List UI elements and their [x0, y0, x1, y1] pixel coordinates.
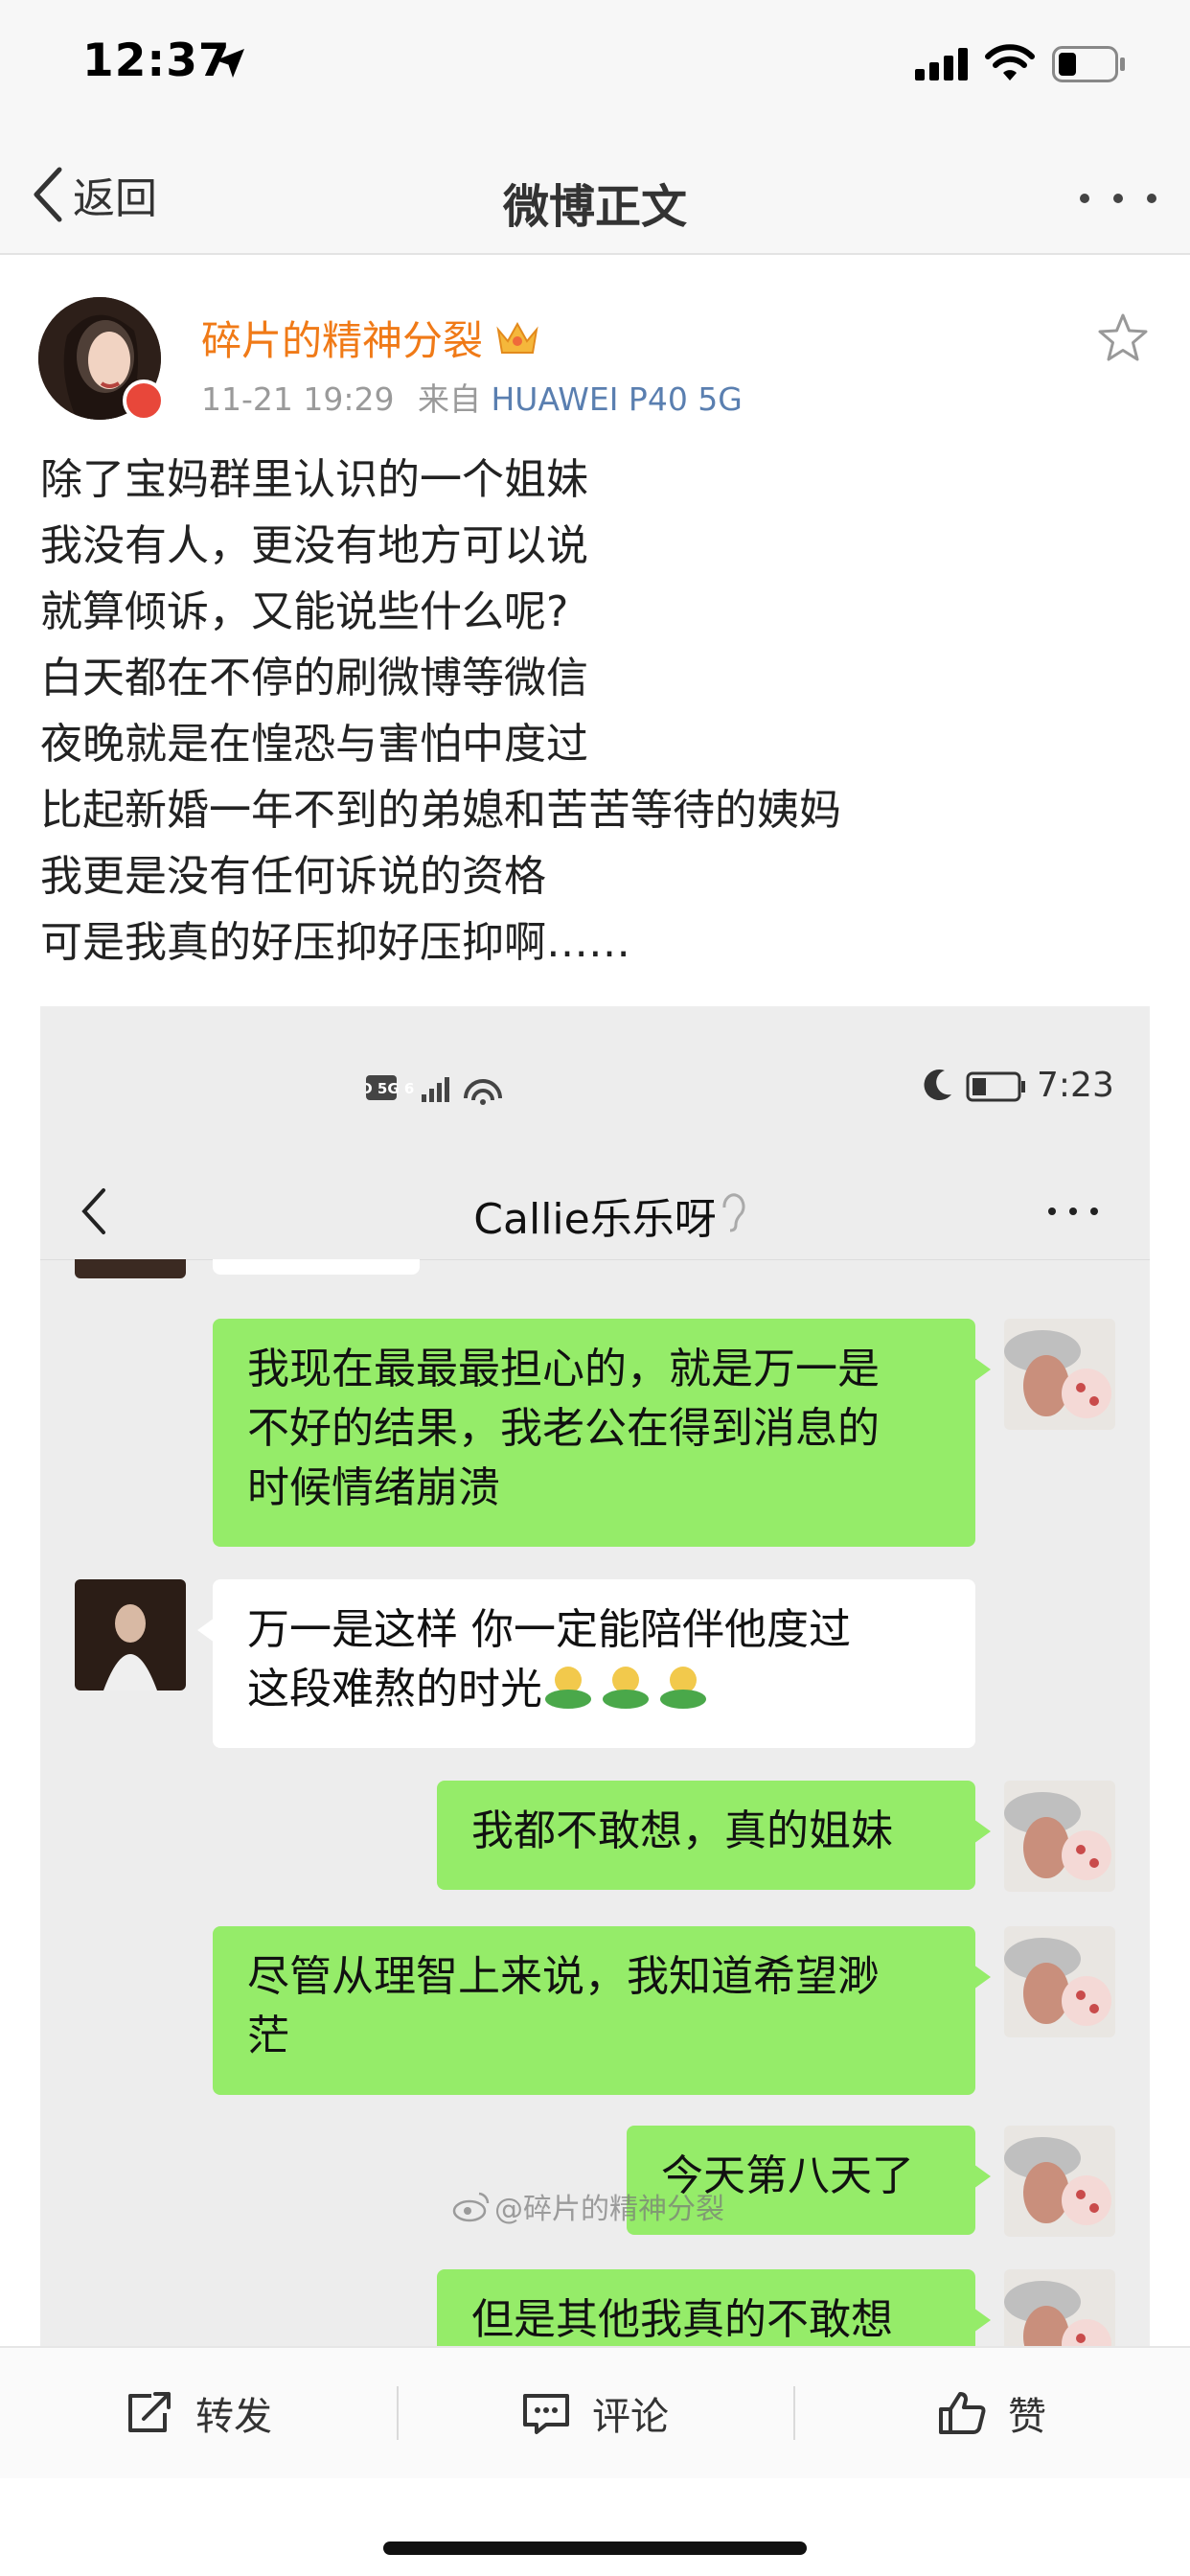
bubble-line: 不好的结果，我老公在得到消息的: [247, 1404, 880, 1453]
home-indicator: [383, 2542, 807, 2555]
weibo-logo-icon: [452, 2192, 490, 2222]
repost-label: 转发: [195, 2395, 272, 2439]
post-image[interactable]: HD 5G 6 7:23 Callie乐乐呀 我现在最最最担心的，就是万一是 不…: [40, 1006, 1150, 2348]
status-time: 12:37: [82, 34, 231, 87]
bubble-line: 尽管从理智上来说，我知道希望渺: [247, 1952, 880, 2001]
moon-icon: [924, 1070, 951, 1101]
image-status-bar: HD 5G 6 7:23: [40, 1006, 1150, 1131]
post-meta: 11-21 19:29 来自 HUAWEI P40 5G: [201, 374, 743, 420]
bubble-line: 我现在最最最担心的，就是万一是: [247, 1345, 880, 1393]
status-bar: 12:37: [0, 0, 1190, 134]
repost-button[interactable]: 转发: [0, 2348, 397, 2478]
image-status-time: 7:23: [1037, 1066, 1114, 1105]
signal-icon: [915, 48, 968, 80]
source-prefix: 来自: [417, 380, 481, 418]
verified-badge: [123, 380, 165, 422]
page-title: 微博正文: [502, 180, 687, 234]
comment-icon: [523, 2394, 569, 2434]
comment-button[interactable]: 评论: [397, 2348, 793, 2478]
like-button[interactable]: 赞: [793, 2348, 1190, 2478]
chat-bubble-me: 我都不敢想，真的姐妹: [437, 1781, 991, 1890]
author-name-text: 碎片的精神分裂: [201, 317, 484, 364]
my-avatar: [1004, 1926, 1115, 2037]
bubble-line: 但是其他我真的不敢想: [471, 2295, 893, 2344]
source-device[interactable]: HUAWEI P40 5G: [491, 380, 742, 418]
more-icon[interactable]: [1077, 184, 1159, 213]
chat-title: Callie乐乐呀: [473, 1195, 717, 1244]
star-icon[interactable]: [1097, 312, 1149, 362]
chat-more-icon: [1048, 1208, 1098, 1215]
post-line: 夜晚就是在惶恐与害怕中度过: [40, 720, 588, 769]
partial-bubble: [213, 1259, 420, 1275]
post-line: 白天都在不停的刷微博等微信: [40, 654, 588, 702]
post-line: 我没有人，更没有地方可以说: [40, 521, 588, 570]
bubble-line: 万一是这样 你一定能陪伴他度过: [247, 1605, 851, 1654]
battery-icon: [1052, 46, 1125, 82]
post-line: 就算倾诉，又能说些什么呢?: [40, 587, 569, 636]
chat-header: Callie乐乐呀: [40, 1160, 1150, 1260]
action-bar: 转发 评论 赞: [0, 2346, 1190, 2478]
contact-avatar: [75, 1579, 186, 1690]
wifi-icon: [985, 44, 1035, 80]
like-label: 赞: [1008, 2395, 1046, 2439]
hug-emoji-icon: [545, 1667, 591, 1709]
post-line: 我更是没有任何诉说的资格: [40, 852, 546, 901]
hug-emoji-icon: [660, 1667, 706, 1709]
image-watermark: @碎片的精神分裂: [452, 2185, 724, 2227]
image-battery-icon: [966, 1071, 1025, 1102]
post-line: 除了宝妈群里认识的一个姐妹: [40, 455, 588, 504]
bubble-line: 我都不敢想，真的姐妹: [471, 1806, 893, 1855]
ear-icon: [722, 1193, 745, 1232]
location-arrow-icon: [216, 49, 244, 78]
partial-avatar: [75, 1259, 186, 1278]
image-network-icons: HD 5G 6: [366, 1075, 502, 1105]
my-avatar: [1004, 2126, 1115, 2237]
crown-icon: [496, 321, 538, 354]
chat-bubble-me: 但是其他我真的不敢想: [437, 2269, 991, 2348]
my-avatar: [1004, 1781, 1115, 1892]
bubble-line: 时候情绪崩溃: [247, 1463, 500, 1512]
bubble-line: 茫: [247, 2012, 289, 2060]
hug-emoji-icon: [603, 1667, 649, 1709]
my-avatar: [1004, 2269, 1115, 2348]
author-name[interactable]: 碎片的精神分裂: [201, 309, 540, 367]
comment-label: 评论: [592, 2395, 669, 2439]
chat-bubble-other: 万一是这样 你一定能陪伴他度过 这段难熬的时光: [197, 1579, 975, 1748]
watermark-text: @碎片的精神分裂: [494, 2193, 724, 2226]
post-timestamp: 11-21 19:29: [201, 380, 395, 418]
post-line: 可是我真的好压抑好压抑啊……: [40, 918, 630, 967]
bubble-line: 这段难熬的时光: [247, 1665, 542, 1714]
post-body: 除了宝妈群里认识的一个姐妹 我没有人，更没有地方可以说 就算倾诉，又能说些什么呢…: [40, 447, 1152, 976]
repost-icon: [128, 2392, 171, 2432]
like-icon: [939, 2392, 986, 2434]
my-avatar: [1004, 1319, 1115, 1430]
chat-bubble-me: 我现在最最最担心的，就是万一是 不好的结果，我老公在得到消息的 时候情绪崩溃: [213, 1319, 991, 1547]
hd-label: HD 5G 6: [366, 1080, 414, 1097]
post-line: 比起新婚一年不到的弟媳和苦苦等待的姨妈: [40, 786, 841, 835]
nav-bar: 返回 微博正文: [0, 134, 1190, 255]
chat-bubble-me: 尽管从理智上来说，我知道希望渺 茫: [213, 1926, 991, 2095]
